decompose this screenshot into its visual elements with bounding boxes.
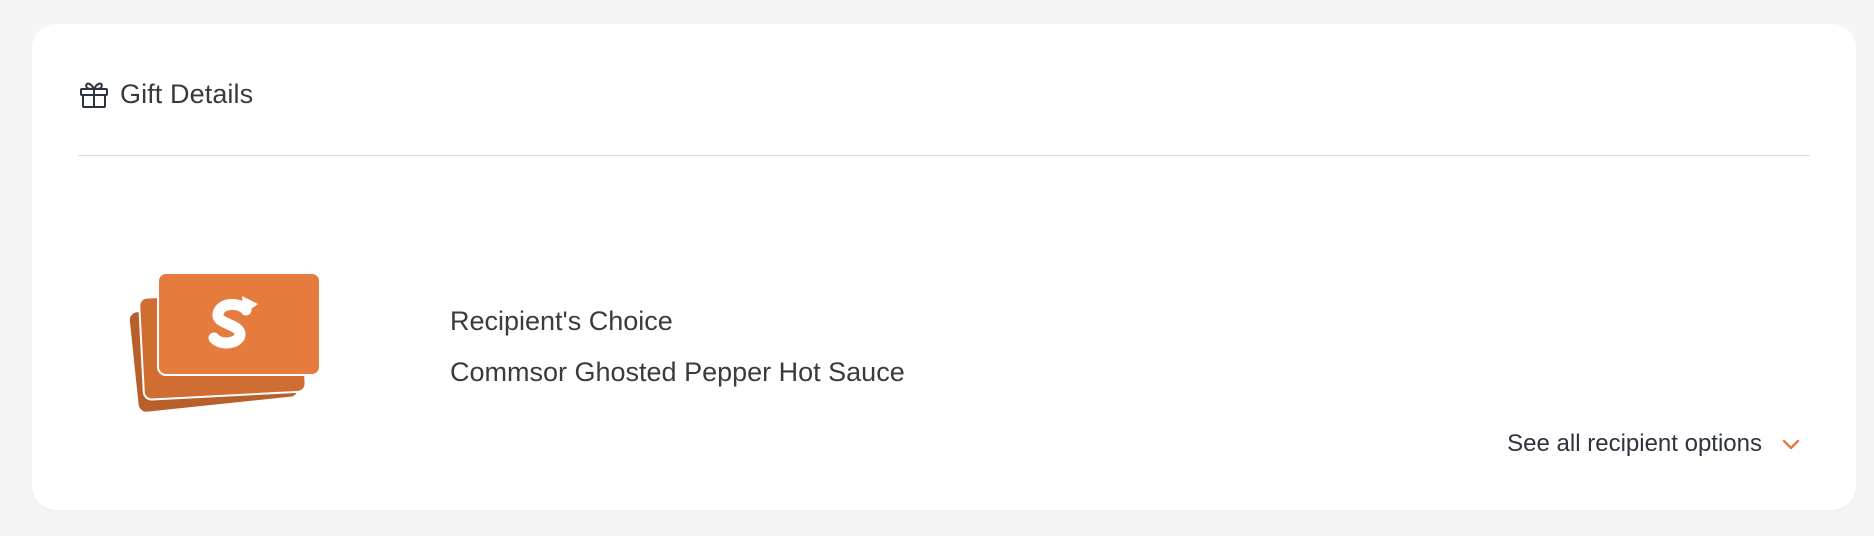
gift-cards-stack-icon xyxy=(128,266,328,414)
card-title: Gift Details xyxy=(120,78,254,109)
recipient-choice-label: Recipient's Choice xyxy=(450,306,673,336)
gift-product-name: Commsor Ghosted Pepper Hot Sauce xyxy=(450,357,905,387)
gift-details-card: Gift Details Recipient's Choice Commsor … xyxy=(32,24,1856,510)
see-all-options-toggle[interactable]: See all recipient options xyxy=(1507,430,1802,458)
header-divider xyxy=(78,155,1810,156)
see-all-options-label[interactable]: See all recipient options xyxy=(1507,430,1762,458)
card-header: Gift Details xyxy=(78,72,253,116)
chevron-down-icon[interactable] xyxy=(1780,433,1802,455)
gift-description: Recipient's Choice Commsor Ghosted Peppe… xyxy=(450,296,905,398)
gift-icon xyxy=(78,78,110,110)
